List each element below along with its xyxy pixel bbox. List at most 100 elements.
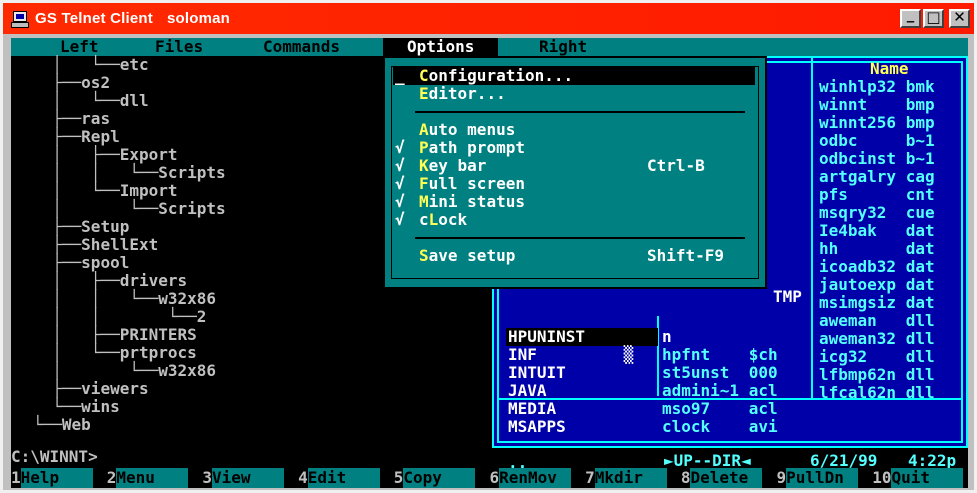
menu-left[interactable]: Left bbox=[58, 38, 101, 56]
directory-entry[interactable]: INF ▒ bbox=[508, 346, 658, 364]
tree-item[interactable]: ├──spool bbox=[33, 254, 129, 272]
file-entry[interactable]: odbc b~1 bbox=[819, 132, 935, 150]
telnet-app-icon[interactable] bbox=[11, 10, 29, 28]
tree-item[interactable]: │ └──w32x86 bbox=[33, 362, 216, 380]
tree-item[interactable]: └──Web bbox=[33, 416, 91, 434]
file-entry[interactable]: Ie4bak dat bbox=[819, 222, 935, 240]
tree-item[interactable]: │ └──dll bbox=[33, 92, 148, 110]
fkey-delete[interactable]: 8Delete bbox=[681, 468, 777, 488]
fkey-pulldn[interactable]: 9PullDn bbox=[777, 468, 873, 488]
tree-item[interactable]: │ │ └──Scripts bbox=[33, 164, 225, 182]
fkey-copy[interactable]: 5Copy bbox=[394, 468, 490, 488]
options-menu-item[interactable]: √ Full screen bbox=[393, 175, 755, 193]
tree-item[interactable]: └──wins bbox=[33, 398, 119, 416]
file-entry[interactable]: aweman dll bbox=[819, 312, 935, 330]
tree-item[interactable]: ├──ShellExt bbox=[33, 236, 158, 254]
tree-item[interactable]: │ ├──PRINTERS bbox=[33, 326, 197, 344]
menu-item-label: Configuration... bbox=[419, 66, 574, 85]
command-prompt[interactable]: C:\WINNT> bbox=[11, 448, 98, 466]
file-entry[interactable]: hh dat bbox=[819, 240, 935, 258]
file-entry[interactable]: lfbmp62n dll bbox=[819, 366, 935, 384]
tree-item[interactable]: │ │ └──2 bbox=[33, 308, 206, 326]
menu-item-label: Auto menus bbox=[419, 120, 516, 139]
function-key-bar: 1Help 2Menu 3View 4Edit 5Copy 6RenMov 7Mkdir 8D… bbox=[11, 468, 968, 488]
menu-right[interactable]: Right bbox=[537, 38, 589, 56]
file-entry[interactable]: pfs cnt bbox=[819, 186, 935, 204]
options-menu-item[interactable]: Save setup Shift-F9 bbox=[393, 247, 755, 265]
file-entry[interactable]: mso97 acl bbox=[662, 400, 778, 418]
far-menu-bar: Left Files Commands Options Right bbox=[11, 38, 968, 56]
directory-entry[interactable]: MSAPPS bbox=[508, 418, 658, 436]
file-entry[interactable]: clock avi bbox=[662, 418, 778, 436]
menu-files[interactable]: Files bbox=[153, 38, 205, 56]
close-button[interactable]: ✕ bbox=[949, 8, 970, 28]
fkey-number: 6 bbox=[489, 468, 500, 487]
file-entry[interactable]: hpfnt $ch bbox=[662, 346, 778, 364]
file-entry[interactable]: st5unst 000 bbox=[662, 364, 778, 382]
options-menu-item[interactable]: √ Path prompt bbox=[393, 139, 755, 157]
file-entry[interactable]: n bbox=[662, 328, 778, 346]
directory-entry[interactable]: MEDIA bbox=[508, 400, 658, 418]
options-menu-item[interactable]: Auto menus bbox=[393, 121, 755, 139]
options-menu-item[interactable]: _ Configuration... bbox=[393, 67, 755, 85]
file-entry[interactable]: winnt256 bmp bbox=[819, 114, 935, 132]
options-menu-item[interactable]: √ cLock bbox=[393, 211, 755, 229]
tree-item[interactable]: │ │ └──w32x86 bbox=[33, 290, 216, 308]
tree-branch: ├── bbox=[33, 217, 82, 236]
file-entry[interactable]: icg32 dll bbox=[819, 348, 935, 366]
tree-item[interactable]: ├──Setup bbox=[33, 218, 129, 236]
tree-item[interactable]: │ ├──Export bbox=[33, 146, 177, 164]
file-entry[interactable]: jautoexp dat bbox=[819, 276, 935, 294]
tree-item-label: drivers bbox=[119, 271, 188, 290]
file-entry[interactable]: msqry32 cue bbox=[819, 204, 935, 222]
fkey-quit[interactable]: 10Quit bbox=[872, 468, 968, 488]
fkey-renmov[interactable]: 6RenMov bbox=[489, 468, 585, 488]
file-entry[interactable]: aweman32 dll bbox=[819, 330, 935, 348]
tree-item[interactable]: ├──Repl bbox=[33, 128, 119, 146]
tree-item[interactable]: │ └──Import bbox=[33, 181, 177, 200]
tree-item[interactable]: │ └──etc bbox=[33, 56, 148, 74]
tree-item-label: Web bbox=[61, 415, 91, 434]
options-menu-item[interactable]: √ Mini status bbox=[393, 193, 755, 211]
fkey-mkdir[interactable]: 7Mkdir bbox=[585, 468, 681, 488]
file-entry[interactable]: artgalry cag bbox=[819, 168, 935, 186]
menu-commands[interactable]: Commands bbox=[261, 38, 342, 56]
tree-branch: │ └── bbox=[33, 181, 120, 200]
fkey-label: Quit bbox=[891, 468, 964, 488]
menu-options[interactable]: Options bbox=[383, 38, 499, 56]
file-entry[interactable]: msimgsiz dat bbox=[819, 294, 935, 312]
terminal-screen[interactable]: Left Files Commands Options Right │ └──e… bbox=[11, 38, 968, 488]
maximize-button[interactable]: □ bbox=[923, 8, 944, 28]
fkey-number: 3 bbox=[202, 468, 213, 487]
title-bar[interactable]: GS Telnet Client soloman _ □ ✕ bbox=[3, 3, 974, 34]
directory-entry[interactable]: JAVA bbox=[508, 382, 658, 400]
directory-entry[interactable]: INTUIT bbox=[508, 364, 658, 382]
options-menu-item[interactable]: √ Key bar Ctrl-B bbox=[393, 157, 755, 175]
tree-item[interactable]: ├──os2 bbox=[33, 74, 110, 92]
tree-item[interactable]: │ ├──drivers bbox=[33, 272, 187, 290]
fkey-label: Copy bbox=[403, 468, 476, 488]
tree-item-label: Setup bbox=[81, 217, 130, 236]
selected-directory[interactable]: HPUNINST bbox=[506, 328, 658, 346]
file-entry[interactable]: odbcinst b~1 bbox=[819, 150, 935, 168]
file-entry[interactable]: icoadb32 dat bbox=[819, 258, 935, 276]
file-entry[interactable]: admini~1 acl bbox=[662, 382, 778, 400]
tree-item[interactable]: │ └──prtprocs bbox=[33, 344, 197, 362]
tree-item[interactable]: │ └──Scripts bbox=[33, 200, 225, 218]
tree-branch: │ ├── bbox=[33, 271, 120, 290]
options-menu-item[interactable]: Editor... bbox=[393, 85, 755, 103]
options-dropdown: _ Configuration... Editor... Auto menus √ Pat… bbox=[383, 56, 767, 289]
file-entry[interactable]: winhlp32 bmk bbox=[819, 78, 935, 96]
fkey-view[interactable]: 3View bbox=[202, 468, 298, 488]
fkey-number: 4 bbox=[298, 468, 308, 487]
fkey-help[interactable]: 1Help bbox=[11, 468, 107, 488]
tree-item[interactable]: ├──viewers bbox=[33, 380, 148, 398]
fkey-menu[interactable]: 2Menu bbox=[107, 468, 203, 488]
tree-item[interactable]: ├──ras bbox=[33, 110, 110, 128]
file-entry[interactable]: lfcal62n dll bbox=[819, 384, 935, 402]
minimize-button[interactable]: _ bbox=[900, 5, 921, 28]
fkey-label: Delete bbox=[690, 468, 763, 488]
file-entry[interactable]: winnt bmp bbox=[819, 96, 935, 114]
tree-item-label: os2 bbox=[81, 73, 111, 92]
fkey-edit[interactable]: 4Edit bbox=[298, 468, 394, 488]
